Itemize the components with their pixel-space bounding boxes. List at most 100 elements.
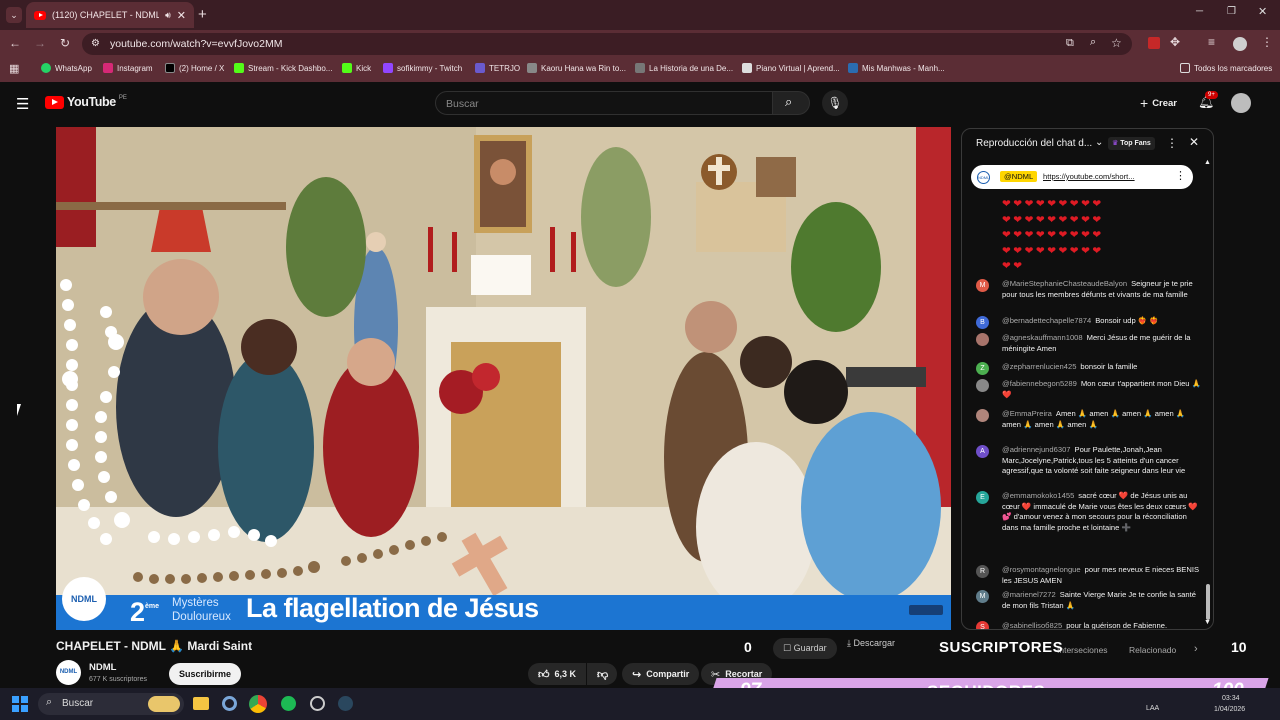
bookmark-kick-dashboard[interactable]: Stream - Kick Dashbo... (234, 63, 332, 73)
tab-close-icon[interactable]: ✕ (177, 9, 186, 22)
start-button-icon[interactable] (12, 696, 28, 712)
restore-icon[interactable]: ❐ (1227, 6, 1236, 17)
bookmark-tetrjo[interactable]: TETRJO (475, 63, 520, 73)
chat-message[interactable]: E @emmamokoko1455 sacré cœur ❤️ de Jésus u… (976, 491, 1202, 533)
voice-search-button[interactable]: 🎙︎ (822, 90, 848, 116)
channel-name[interactable]: NDML (89, 662, 116, 673)
forward-icon[interactable]: → (34, 36, 46, 50)
chat-author-avatar[interactable] (976, 409, 989, 422)
spotify-icon[interactable] (281, 696, 296, 711)
chat-author-avatar[interactable]: B (976, 316, 989, 329)
chat-author-name[interactable]: @sabinellisoб825 (1002, 621, 1062, 629)
steam-icon[interactable] (338, 696, 353, 711)
chat-author-name[interactable]: @MarieStephanieChasteaudeBalyon (1002, 279, 1127, 288)
channel-avatar[interactable]: NDML (56, 660, 81, 685)
clock-time[interactable]: 03:34 (1222, 695, 1240, 702)
chat-close-icon[interactable]: ✕ (1189, 135, 1199, 149)
scroll-down-arrow-icon[interactable]: ▼ (1204, 619, 1211, 626)
bookmark-twitch[interactable]: sofikimmy - Twitch (383, 63, 462, 73)
all-bookmarks[interactable]: Todos los marcadores (1180, 63, 1272, 73)
obs-icon[interactable] (310, 696, 325, 711)
close-window-icon[interactable]: ✕ (1258, 5, 1267, 18)
chat-message[interactable]: R @rosymontagnelongue pour mes neveux E ni… (976, 565, 1202, 586)
search-input[interactable]: Buscar (435, 91, 773, 115)
chat-author-avatar[interactable]: R (976, 565, 989, 578)
chat-author-name[interactable]: @agneskauffmann1008 (1002, 333, 1083, 342)
chat-author-avatar[interactable] (976, 379, 989, 392)
minimize-icon[interactable]: ─ (1196, 6, 1203, 17)
site-info-icon[interactable]: ⚙ (91, 38, 100, 49)
top-fans-badge[interactable]: ♛ Top Fans (1108, 137, 1155, 150)
chat-author-name[interactable]: @adriennejund6307 (1002, 445, 1071, 454)
share-button[interactable]: ↪ Compartir (622, 663, 700, 685)
clock-date[interactable]: 1/04/2026 (1214, 706, 1245, 713)
bookmark-star-icon[interactable]: ☆ (1111, 36, 1122, 50)
extension-icon[interactable] (1148, 37, 1160, 49)
create-button[interactable]: + Crear (1130, 91, 1187, 115)
chat-author-avatar[interactable]: M (976, 279, 989, 292)
tab-list-icon[interactable]: ⌄ (6, 7, 22, 23)
chat-author-avatar[interactable] (976, 333, 989, 346)
hamburger-menu-icon[interactable]: ☰ (16, 95, 29, 113)
browser-menu-icon[interactable]: ⋮ (1261, 35, 1273, 49)
chat-author-avatar[interactable]: Z (976, 362, 989, 375)
extensions-puzzle-icon[interactable]: ✥ (1170, 35, 1180, 49)
pinned-message[interactable]: NDML @NDML https://youtube.com/short... … (971, 165, 1193, 189)
bookmark-x[interactable]: (2) Home / X (165, 63, 224, 73)
bookmark-manhwas[interactable]: Mis Manhwas - Manh... (848, 63, 945, 73)
chat-more-icon[interactable]: ⋮ (1166, 136, 1178, 150)
chat-message[interactable]: @EmmaPreira Amen 🙏 amen 🙏 amen 🙏 amen 🙏 a… (976, 409, 1202, 430)
bookmark-historia[interactable]: La Historia de una De... (635, 63, 733, 73)
chat-message[interactable]: M @marienel7272 Sainte Vierge Marie Je te … (976, 590, 1202, 611)
chat-author-name[interactable]: @marienel7272 (1002, 590, 1056, 599)
bookmark-kick[interactable]: Kick (342, 63, 371, 73)
chat-author-avatar[interactable]: M (976, 590, 989, 603)
chat-author-name[interactable]: @emmamokoko1455 (1002, 491, 1074, 500)
bookmark-kaoru[interactable]: Kaoru Hana wa Rin to... (527, 63, 626, 73)
bookmark-whatsapp[interactable]: WhatsApp (41, 63, 92, 73)
settings-app-icon[interactable] (222, 696, 237, 711)
new-tab-icon[interactable]: + (198, 6, 207, 23)
chat-scrollbar[interactable] (1206, 584, 1210, 620)
back-icon[interactable]: ← (9, 36, 21, 50)
media-control-icon[interactable]: ≡ (1208, 35, 1215, 49)
address-bar[interactable]: ⚙ youtube.com/watch?v=evvfJovo2MM ⧉ ⌕ ☆ (82, 33, 1132, 55)
audio-icon[interactable]: 🔊︎ (165, 10, 171, 21)
chat-message[interactable]: S @sabinellisoб825 pour la guérison de Fab… (976, 621, 1202, 629)
tab-active[interactable]: (1120) CHAPELET - NDML 🙏 🔊︎ ✕ (26, 2, 194, 28)
video-player[interactable]: NDML 2ème Mystères Douloureux La flagell… (56, 127, 951, 630)
account-avatar[interactable] (1231, 93, 1251, 113)
reload-icon[interactable]: ↻ (60, 36, 70, 50)
chat-author-name[interactable]: @EmmaPreira (1002, 409, 1052, 418)
chat-author-name[interactable]: @rosymontagnelongue (1002, 565, 1081, 574)
zoom-icon[interactable]: ⌕ (1090, 36, 1096, 49)
chat-message[interactable]: @agneskauffmann1008 Merci Jésus de me gué… (976, 333, 1202, 354)
chat-author-name[interactable]: @zepharrenlucien425 (1002, 362, 1076, 371)
dislike-button[interactable]: 👎︎ (587, 663, 617, 685)
like-button[interactable]: 👍︎ 6,3 K (528, 663, 586, 685)
scroll-up-arrow-icon[interactable]: ▲ (1204, 159, 1211, 166)
file-explorer-icon[interactable] (193, 697, 209, 710)
chat-author-name[interactable]: @bernadettechapelle7874 (1002, 316, 1091, 325)
chat-header-title[interactable]: Reproducción del chat d... (976, 138, 1092, 149)
install-icon[interactable]: ⧉ (1066, 37, 1074, 50)
chat-author-avatar[interactable]: S (976, 621, 989, 629)
search-button[interactable]: ⌕ (772, 91, 810, 115)
youtube-logo[interactable]: YouTube PE (45, 95, 127, 109)
language-indicator[interactable]: LAA (1146, 705, 1159, 712)
chat-message[interactable]: B @bernadettechapelle7874 Bonsoir udp ❤️‍🔥… (976, 316, 1202, 329)
chat-message[interactable]: Z @zepharrenlucien425 bonsoir la famille (976, 362, 1202, 375)
bookmark-piano[interactable]: Piano Virtual | Aprend... (742, 63, 840, 73)
subscribe-button[interactable]: Suscribirme (169, 663, 242, 685)
chrome-icon[interactable] (249, 695, 267, 713)
pinned-more-icon[interactable]: ⋮ (1175, 169, 1186, 182)
chat-message[interactable]: M @MarieStephanieChasteaudeBalyon Seigneur… (976, 279, 1202, 300)
chat-message[interactable]: A @adriennejund6307 Pour Paulette,Jonah,Je… (976, 445, 1202, 477)
profile-avatar[interactable] (1233, 37, 1247, 51)
chat-mode-dropdown-icon[interactable]: ⌄ (1095, 137, 1103, 148)
notifications-button[interactable]: 🔔︎ 9+ (1198, 91, 1218, 110)
apps-icon[interactable]: ▦ (9, 62, 19, 75)
chat-author-avatar[interactable]: E (976, 491, 989, 504)
bookmark-instagram[interactable]: Instagram (103, 63, 153, 73)
chat-author-name[interactable]: @fabiennebegon5289 (1002, 379, 1077, 388)
